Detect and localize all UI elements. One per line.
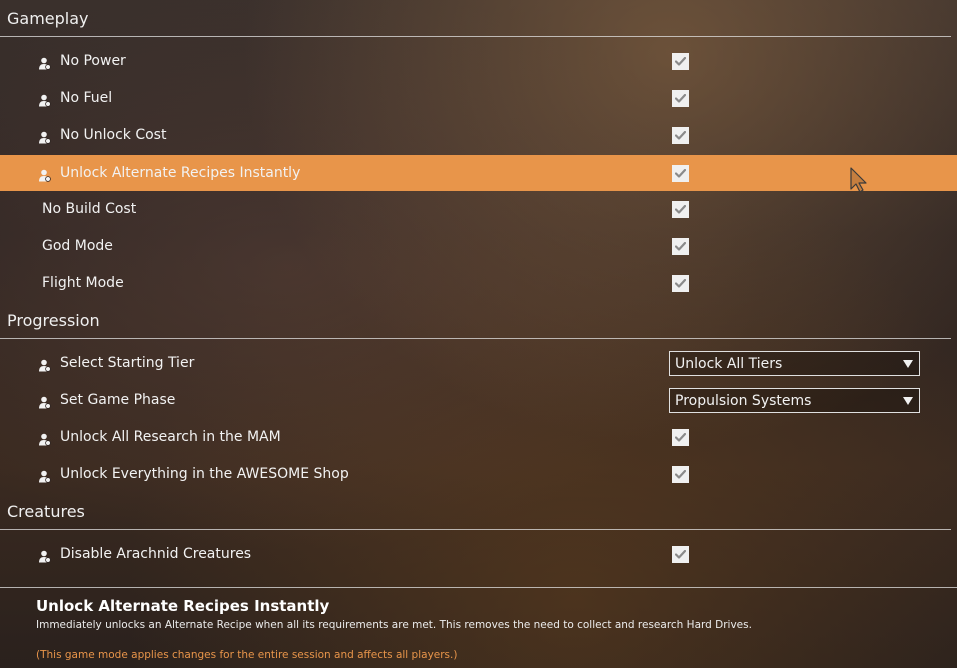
checkbox-no-fuel[interactable]	[672, 90, 689, 107]
starting-tier-dropdown[interactable]: Unlock All Tiers	[669, 351, 920, 376]
checkbox-disable-arachnid[interactable]	[672, 546, 689, 563]
checkbox-unlock-alternate-recipes[interactable]	[672, 165, 689, 182]
setting-label: No Unlock Cost	[60, 127, 167, 143]
dropdown-value: Unlock All Tiers	[675, 356, 783, 372]
setting-row-no-fuel[interactable]: No Fuel	[0, 80, 957, 116]
setting-label: No Build Cost	[42, 201, 137, 217]
setting-label: Set Game Phase	[60, 392, 176, 408]
checkbox-god-mode[interactable]	[672, 238, 689, 255]
setting-row-no-build-cost[interactable]: No Build Cost	[0, 191, 957, 227]
section-header-gameplay: Gameplay	[0, 0, 951, 37]
user-icon	[38, 468, 51, 483]
setting-row-god-mode[interactable]: God Mode	[0, 228, 957, 264]
user-icon	[38, 167, 51, 182]
setting-label: Unlock Alternate Recipes Instantly	[60, 165, 301, 181]
setting-row-select-starting-tier[interactable]: Select Starting Tier Unlock All Tiers	[0, 345, 957, 381]
user-icon	[38, 431, 51, 446]
setting-label: Disable Arachnid Creatures	[60, 546, 252, 562]
description-title: Unlock Alternate Recipes Instantly	[36, 597, 330, 615]
description-text: Immediately unlocks an Alternate Recipe …	[36, 619, 752, 631]
setting-row-flight-mode[interactable]: Flight Mode	[0, 265, 957, 301]
section-title-gameplay: Gameplay	[7, 9, 89, 28]
user-icon	[38, 92, 51, 107]
setting-label: Unlock All Research in the MAM	[60, 429, 281, 445]
setting-row-unlock-awesome-shop[interactable]: Unlock Everything in the AWESOME Shop	[0, 456, 957, 492]
game-phase-dropdown[interactable]: Propulsion Systems	[669, 388, 920, 413]
setting-row-disable-arachnid[interactable]: Disable Arachnid Creatures	[0, 536, 957, 572]
user-icon	[38, 394, 51, 409]
setting-label: God Mode	[42, 238, 113, 254]
setting-row-unlock-all-research[interactable]: Unlock All Research in the MAM	[0, 419, 957, 455]
dropdown-value: Propulsion Systems	[675, 393, 812, 409]
checkbox-no-power[interactable]	[672, 53, 689, 70]
section-header-creatures: Creatures	[0, 493, 951, 530]
user-icon	[38, 357, 51, 372]
setting-row-set-game-phase[interactable]: Set Game Phase Propulsion Systems	[0, 382, 957, 418]
user-icon	[38, 129, 51, 144]
user-icon	[38, 548, 51, 563]
section-title-creatures: Creatures	[7, 502, 85, 521]
triangle-down-icon	[903, 360, 913, 368]
setting-row-unlock-alternate-recipes[interactable]: Unlock Alternate Recipes Instantly	[0, 155, 957, 191]
checkbox-unlock-all-research[interactable]	[672, 429, 689, 446]
checkbox-flight-mode[interactable]	[672, 275, 689, 292]
setting-label: Select Starting Tier	[60, 355, 195, 371]
checkbox-unlock-awesome-shop[interactable]	[672, 466, 689, 483]
footer-divider	[0, 587, 957, 588]
setting-row-no-power[interactable]: No Power	[0, 43, 957, 79]
mouse-cursor-icon	[850, 167, 867, 193]
setting-label: Unlock Everything in the AWESOME Shop	[60, 466, 349, 482]
triangle-down-icon	[903, 397, 913, 405]
setting-label: No Fuel	[60, 90, 113, 106]
section-header-progression: Progression	[0, 302, 951, 339]
session-note: (This game mode applies changes for the …	[36, 649, 458, 661]
setting-label: Flight Mode	[42, 275, 124, 291]
setting-label: No Power	[60, 53, 126, 69]
user-icon	[38, 55, 51, 70]
checkbox-no-unlock-cost[interactable]	[672, 127, 689, 144]
section-title-progression: Progression	[7, 311, 100, 330]
setting-row-no-unlock-cost[interactable]: No Unlock Cost	[0, 117, 957, 153]
checkbox-no-build-cost[interactable]	[672, 201, 689, 218]
